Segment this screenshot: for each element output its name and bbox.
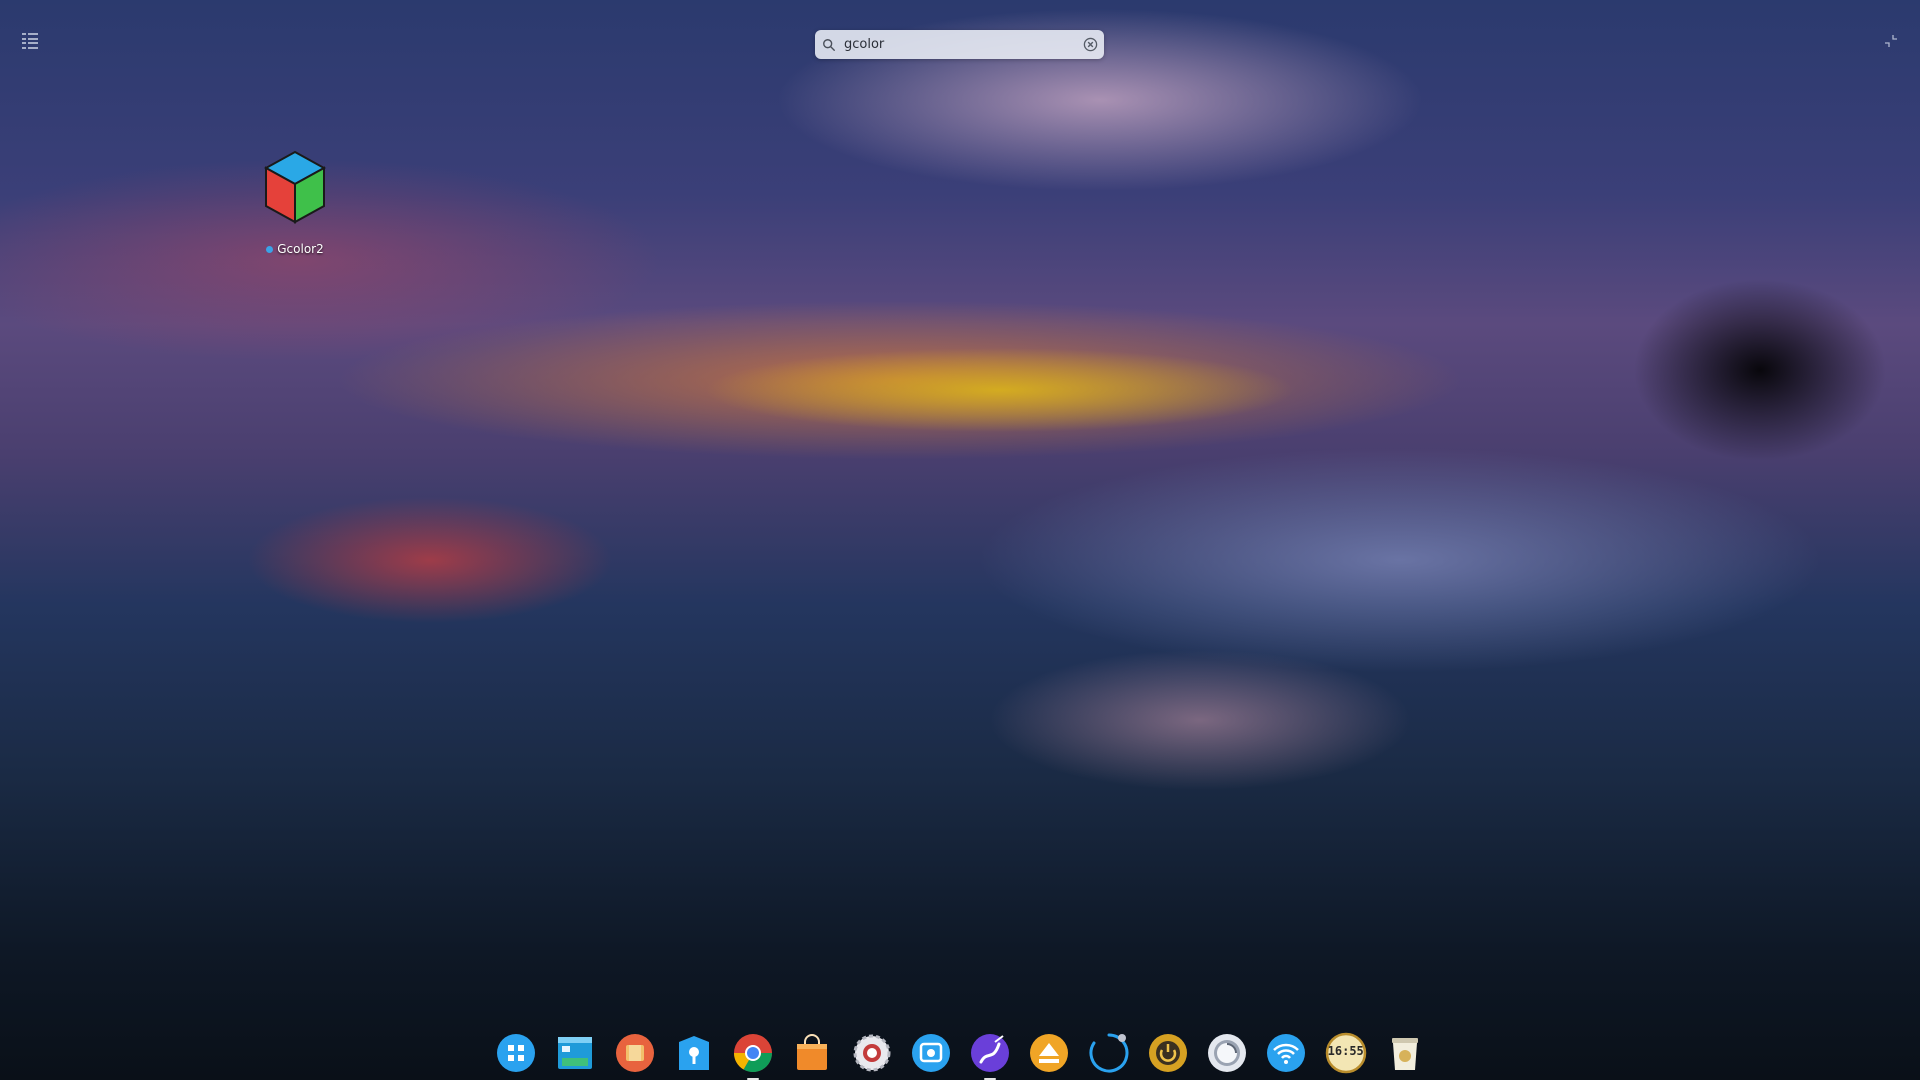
clear-icon[interactable] — [1083, 37, 1098, 52]
eject-icon — [1030, 1034, 1069, 1072]
spinner-icon — [1089, 1033, 1129, 1073]
search-icon — [823, 38, 835, 51]
dock-draw[interactable] — [969, 1032, 1011, 1080]
settings-gear-icon — [853, 1034, 891, 1072]
new-app-indicator — [266, 245, 274, 253]
trash-icon — [1391, 1038, 1418, 1070]
clock-time: 16:55 — [1327, 1044, 1364, 1058]
dock-wifi[interactable] — [1265, 1032, 1307, 1074]
file-manager-icon — [615, 1034, 654, 1072]
exit-fullscreen-icon[interactable] — [1884, 34, 1898, 48]
search-input[interactable] — [844, 33, 1074, 56]
dock-screenshot[interactable] — [910, 1032, 952, 1074]
dock-multitasking[interactable] — [554, 1032, 596, 1074]
dock-file-manager[interactable] — [614, 1032, 656, 1074]
chrome-icon — [734, 1034, 773, 1073]
dock-quick-settings[interactable] — [1206, 1032, 1248, 1074]
search-box[interactable] — [815, 30, 1104, 59]
dock-app-store[interactable] — [673, 1032, 715, 1074]
dock-power[interactable] — [1147, 1032, 1189, 1074]
dock-shopping[interactable] — [791, 1032, 833, 1074]
multitasking-icon — [558, 1037, 593, 1069]
draw-app-icon — [971, 1034, 1010, 1072]
app-result-gcolor2[interactable]: Gcolor2 — [255, 148, 335, 268]
power-icon — [1148, 1034, 1187, 1072]
wifi-icon — [1267, 1034, 1306, 1072]
category-grid-icon[interactable] — [22, 33, 40, 49]
screenshot-icon — [911, 1034, 950, 1072]
dock-chrome[interactable] — [732, 1032, 774, 1080]
desktop-background: Gcolor2 — [0, 0, 1920, 1080]
shopping-bag-icon — [797, 1034, 828, 1070]
dock-eject[interactable] — [1028, 1032, 1070, 1074]
dock-launcher[interactable] — [495, 1032, 537, 1074]
launcher-icon — [497, 1034, 535, 1072]
app-label: Gcolor2 — [277, 242, 324, 256]
dock-clock[interactable]: 16:55 — [1325, 1032, 1367, 1074]
toggle-icon — [1208, 1034, 1247, 1072]
dock-trash[interactable] — [1384, 1032, 1426, 1074]
dock: 16:55 — [495, 1028, 1426, 1080]
app-store-icon — [678, 1036, 709, 1070]
dock-spinner[interactable] — [1088, 1032, 1130, 1074]
gcolor2-cube-icon — [263, 150, 327, 224]
dock-settings[interactable] — [851, 1032, 893, 1074]
